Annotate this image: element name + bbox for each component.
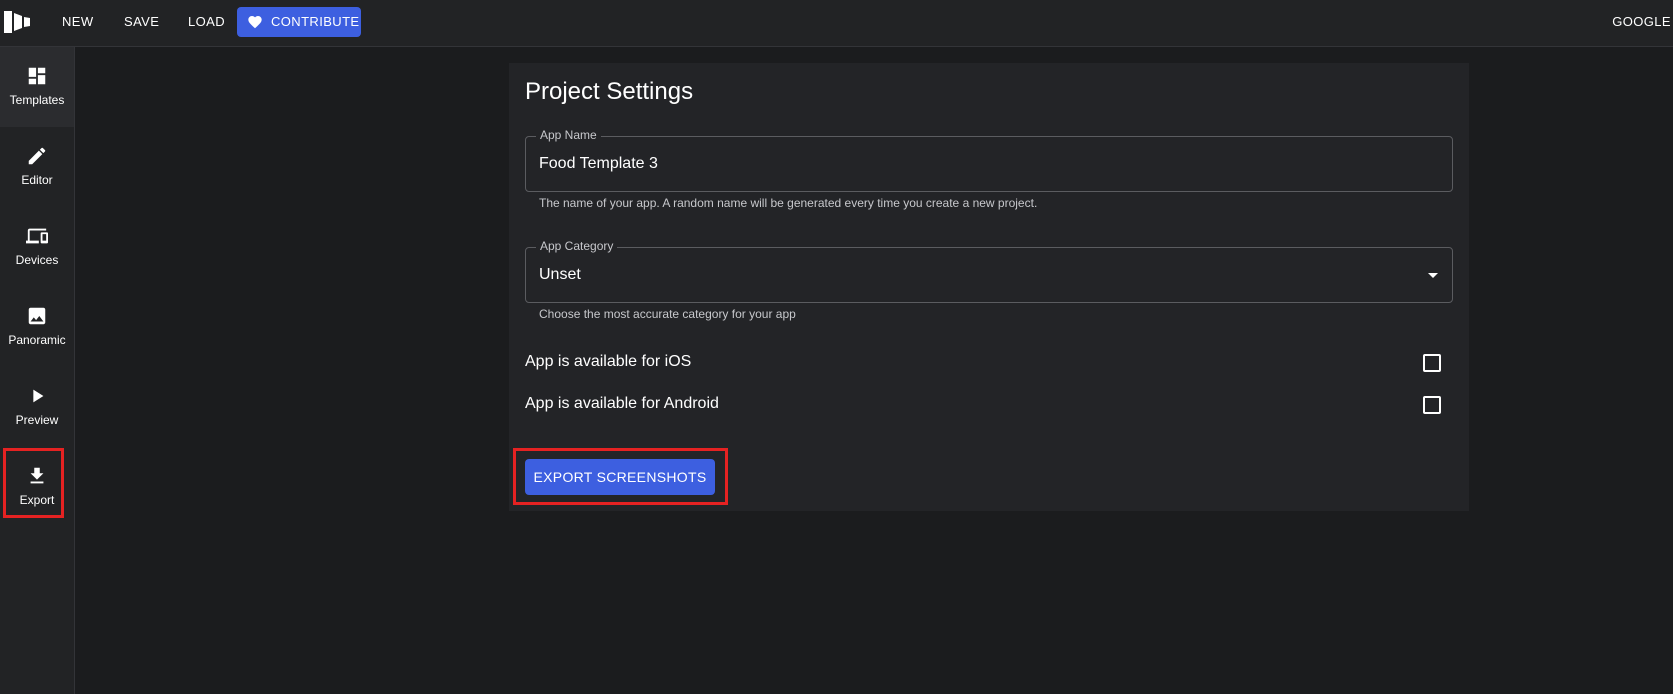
android-checkbox[interactable] (1423, 396, 1441, 414)
devices-icon (26, 228, 48, 244)
sidebar-item-label: Editor (21, 173, 53, 187)
image-icon (28, 307, 46, 325)
sidebar-item-panoramic[interactable]: Panoramic (0, 287, 74, 367)
dropdown-arrow-icon (1428, 273, 1438, 278)
google-account-button[interactable]: GOOGLE (1612, 7, 1673, 37)
sidebar-item-label: Preview (15, 413, 59, 427)
export-screenshots-button[interactable]: EXPORT SCREENSHOTS (525, 459, 715, 495)
sidebar-item-label: Devices (15, 253, 59, 267)
sidebar-item-label: Panoramic (8, 333, 66, 347)
app-name-input[interactable]: Food Template 3 (539, 155, 658, 173)
android-availability-row: App is available for Android (525, 393, 1453, 417)
sidebar-item-label: Export (19, 493, 55, 507)
ios-checkbox[interactable] (1423, 354, 1441, 372)
load-button[interactable]: LOAD (180, 7, 233, 37)
play-icon (33, 389, 44, 403)
sidebar-item-preview[interactable]: Preview (0, 367, 74, 447)
sidebar-item-label: Templates (9, 93, 65, 107)
top-bar: NEW SAVE LOAD CONTRIBUTE GOOGLE (0, 0, 1673, 47)
android-checkbox-label: App is available for Android (525, 395, 719, 412)
dashboard-icon (28, 67, 46, 85)
page-title: Project Settings (525, 78, 694, 105)
ios-checkbox-label: App is available for iOS (525, 353, 692, 370)
sidebar-item-devices[interactable]: Devices (0, 207, 74, 287)
app-category-select[interactable]: App Category Unset (525, 239, 1453, 303)
new-button[interactable]: NEW (54, 7, 102, 37)
sidebar-item-editor[interactable]: Editor (0, 127, 74, 207)
pencil-icon (28, 147, 46, 165)
app-category-helper-text: Choose the most accurate category for yo… (539, 307, 796, 321)
save-button[interactable]: SAVE (116, 7, 167, 37)
download-icon (30, 467, 44, 484)
sidebar-item-export[interactable]: Export (0, 447, 74, 527)
ios-availability-row: App is available for iOS (525, 351, 1453, 375)
contribute-button[interactable]: CONTRIBUTE (237, 7, 361, 37)
sidebar: Templates Editor Devices Panoramic Previ… (0, 47, 75, 694)
contribute-label: CONTRIBUTE (271, 14, 360, 29)
heart-icon (248, 16, 262, 29)
app-name-field[interactable]: App Name Food Template 3 (525, 128, 1453, 192)
app-logo-icon[interactable] (4, 11, 30, 33)
app-category-label: App Category (536, 239, 618, 253)
project-settings-card: Project Settings App Name Food Template … (509, 63, 1469, 511)
app-category-value: Unset (539, 266, 581, 283)
app-name-helper-text: The name of your app. A random name will… (539, 196, 1038, 210)
app-name-label: App Name (536, 128, 601, 142)
sidebar-item-templates[interactable]: Templates (0, 47, 74, 127)
